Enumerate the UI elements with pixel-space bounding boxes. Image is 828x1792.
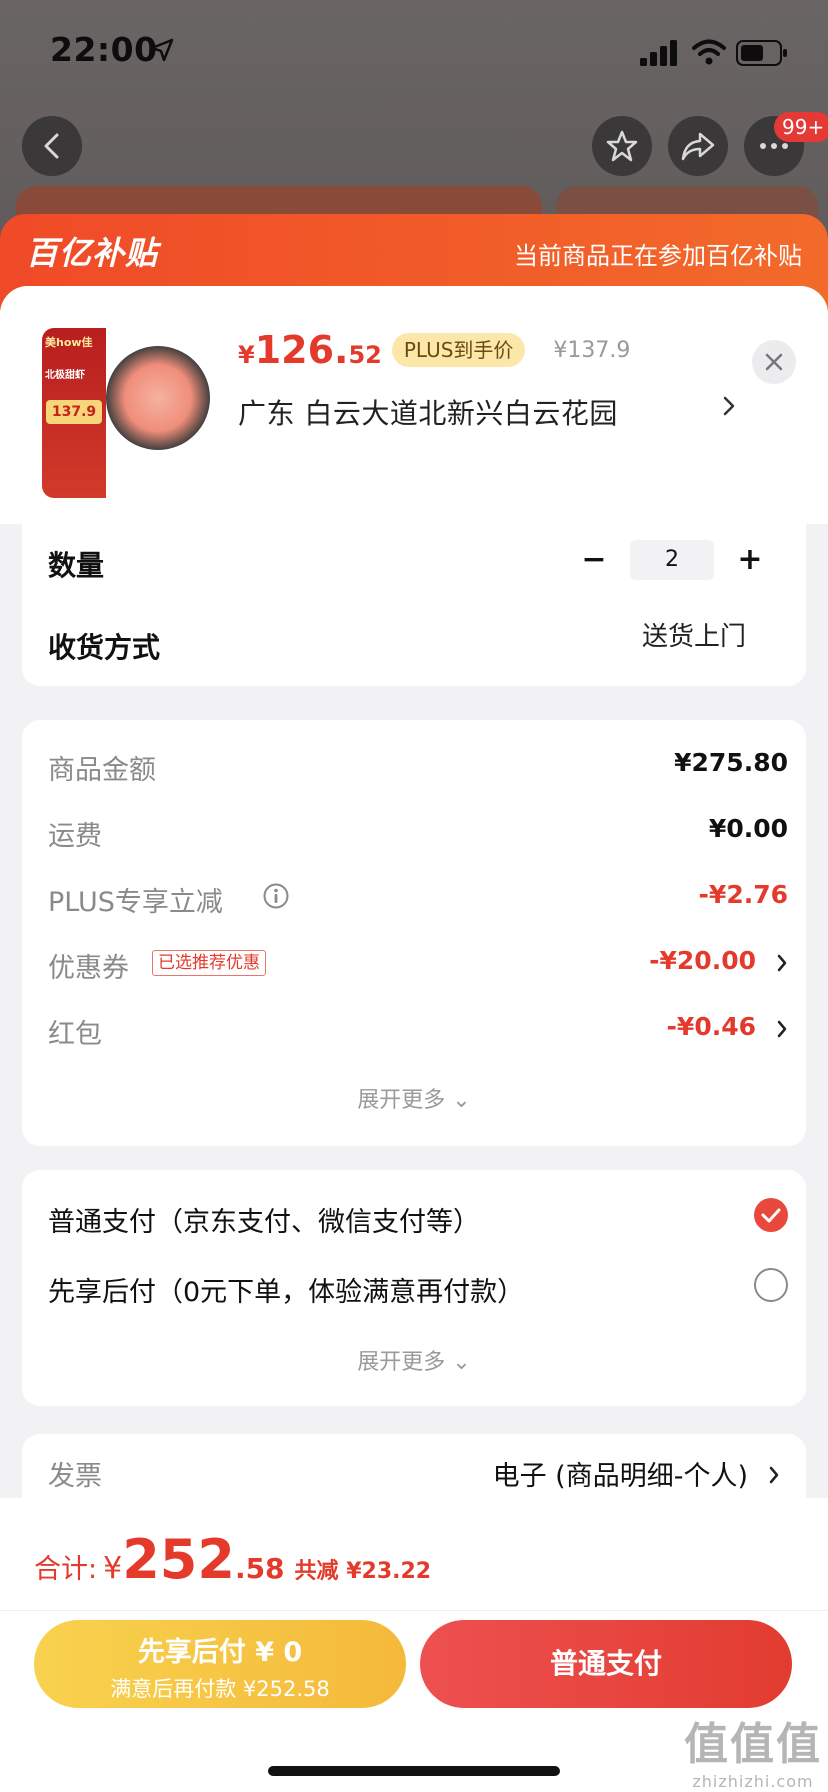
cost-row-red-packet[interactable]: 红包 -¥0.46 — [48, 1010, 788, 1050]
cost-label: 运费 — [48, 821, 102, 852]
quantity-increase-button[interactable]: + — [730, 540, 770, 580]
watermark-main: 值值值 — [684, 1719, 822, 1770]
cellular-signal-icon — [640, 40, 677, 66]
thumbnail-title: 北极甜虾 — [45, 370, 85, 381]
delivery-method-label: 收货方式 — [48, 631, 161, 664]
cost-row-plus-discount: PLUS专享立减 -¥2.76 — [48, 878, 788, 918]
chevron-right-icon[interactable] — [768, 1464, 780, 1486]
thumbnail-price: 137.9 — [46, 400, 102, 424]
payment-option-normal[interactable]: 普通支付（京东支付、微信支付等） — [48, 1196, 788, 1240]
price-symbol: ¥ — [238, 341, 255, 369]
pay-later-sub-label: 满意后再付款 ¥252.58 — [110, 1677, 330, 1701]
total-saved: 共减 ¥23.22 — [294, 1559, 432, 1584]
back-button[interactable] — [22, 116, 82, 176]
invoice-value: 电子 (商品明细-个人) — [492, 1461, 748, 1492]
divider — [0, 1610, 828, 1611]
cost-label: PLUS专享立减 — [48, 887, 223, 918]
cost-breakdown-card: 商品金额 ¥275.80 运费 ¥0.00 PLUS专享立减 -¥2.76 优惠… — [22, 720, 806, 1146]
chevron-right-icon[interactable] — [722, 394, 736, 418]
total-decimal: .58 — [234, 1552, 285, 1585]
chevron-right-icon[interactable] — [776, 952, 788, 974]
price-row: ¥126.52 PLUS到手价 ¥137.9 — [238, 328, 630, 372]
total-symbol: ¥ — [103, 1551, 123, 1586]
price-decimal: 52 — [348, 341, 382, 369]
status-bar: 22:00 — [0, 0, 828, 100]
cost-label: 优惠券 — [48, 953, 129, 984]
coupon-tag: 已选推荐优惠 — [152, 950, 266, 976]
payment-option-label: 普通支付（京东支付、微信支付等） — [48, 1207, 480, 1238]
order-total: 合计: ¥ 252 .58 共减 ¥23.22 — [34, 1528, 431, 1592]
watermark-logo: 值值值 zhizhizhi.com — [684, 1708, 822, 1791]
payment-option-label: 先享后付（0元下单，体验满意再付款） — [48, 1277, 525, 1308]
quantity-card: 数量 − 2 + 收货方式 送货上门 — [22, 516, 806, 686]
more-dots-icon — [760, 143, 788, 149]
original-price: ¥137.9 — [553, 337, 631, 363]
subsidy-note: 当前商品正在参加百亿补贴 — [514, 242, 802, 270]
quantity-label: 数量 — [48, 549, 105, 582]
normal-pay-button[interactable]: 普通支付 — [420, 1620, 792, 1708]
subsidy-logo: 百亿补贴 — [26, 234, 159, 272]
home-indicator[interactable] — [268, 1766, 560, 1776]
product-thumbnail: 美how佳 北极甜虾 137.9 — [42, 328, 212, 498]
pay-later-main-label: 先享后付 ¥ 0 — [137, 1637, 303, 1668]
delivery-address[interactable]: 广东 白云大道北新兴白云花园 — [238, 392, 618, 432]
star-icon — [606, 130, 638, 162]
cost-value: ¥275.80 — [674, 748, 788, 777]
cost-value: -¥20.00 — [649, 946, 756, 975]
status-time: 22:00 — [50, 30, 158, 69]
close-icon — [765, 353, 783, 371]
info-icon[interactable] — [262, 882, 290, 910]
current-price: ¥126.52 — [238, 328, 382, 372]
watermark-sub: zhizhizhi.com — [692, 1772, 814, 1791]
share-arrow-icon — [681, 132, 715, 161]
checkout-bar: 合计: ¥ 252 .58 共减 ¥23.22 先享后付 ¥ 0 满意后再付款 … — [0, 1498, 828, 1792]
invoice-label: 发票 — [48, 1461, 102, 1492]
radio-unchecked-icon[interactable] — [754, 1268, 788, 1302]
quantity-input[interactable]: 2 — [630, 540, 714, 580]
total-integer: 252 — [122, 1528, 235, 1591]
plus-price-tag: PLUS到手价 — [391, 333, 526, 367]
total-label: 合计: — [34, 1554, 98, 1585]
expand-more-payment-button[interactable]: 展开更多 ⌄ — [22, 1344, 806, 1376]
wifi-icon — [692, 39, 726, 65]
favorite-button[interactable] — [592, 116, 652, 176]
product-panel: 美how佳 北极甜虾 137.9 ¥126.52 PLUS到手价 ¥137.9 … — [0, 286, 828, 524]
quantity-stepper: − 2 + — [574, 540, 770, 580]
chevron-left-icon — [44, 133, 59, 159]
cost-row-coupon[interactable]: 优惠券 已选推荐优惠 -¥20.00 — [48, 944, 788, 984]
quantity-decrease-button[interactable]: − — [574, 540, 614, 580]
cost-value: ¥0.00 — [708, 814, 788, 843]
location-arrow-icon — [150, 38, 174, 62]
shrimp-plate-image — [106, 346, 210, 450]
cost-row-shipping: 运费 ¥0.00 — [48, 812, 788, 852]
message-badge: 99+ — [774, 112, 828, 142]
cost-label: 商品金额 — [48, 755, 156, 786]
thumbnail-banner: 美how佳 北极甜虾 137.9 — [42, 328, 106, 498]
chevron-right-icon[interactable] — [776, 1018, 788, 1040]
radio-checked-icon[interactable] — [754, 1198, 788, 1232]
expand-more-costs-button[interactable]: 展开更多 ⌄ — [22, 1082, 806, 1114]
payment-method-card: 普通支付（京东支付、微信支付等） 先享后付（0元下单，体验满意再付款） 展开更多… — [22, 1170, 806, 1406]
battery-icon — [736, 40, 787, 66]
cost-value: -¥2.76 — [698, 880, 788, 909]
cost-label: 红包 — [48, 1019, 102, 1050]
delivery-method-value[interactable]: 送货上门 — [642, 616, 746, 653]
price-integer: 126. — [254, 328, 349, 372]
cost-row-subtotal: 商品金额 ¥275.80 — [48, 746, 788, 786]
close-button[interactable] — [752, 340, 796, 384]
cost-value: -¥0.46 — [666, 1012, 756, 1041]
share-button[interactable] — [668, 116, 728, 176]
thumbnail-brand: 美how佳 — [45, 336, 93, 349]
payment-option-pay-later[interactable]: 先享后付（0元下单，体验满意再付款） — [48, 1266, 788, 1310]
pay-later-button[interactable]: 先享后付 ¥ 0 满意后再付款 ¥252.58 — [34, 1620, 406, 1708]
